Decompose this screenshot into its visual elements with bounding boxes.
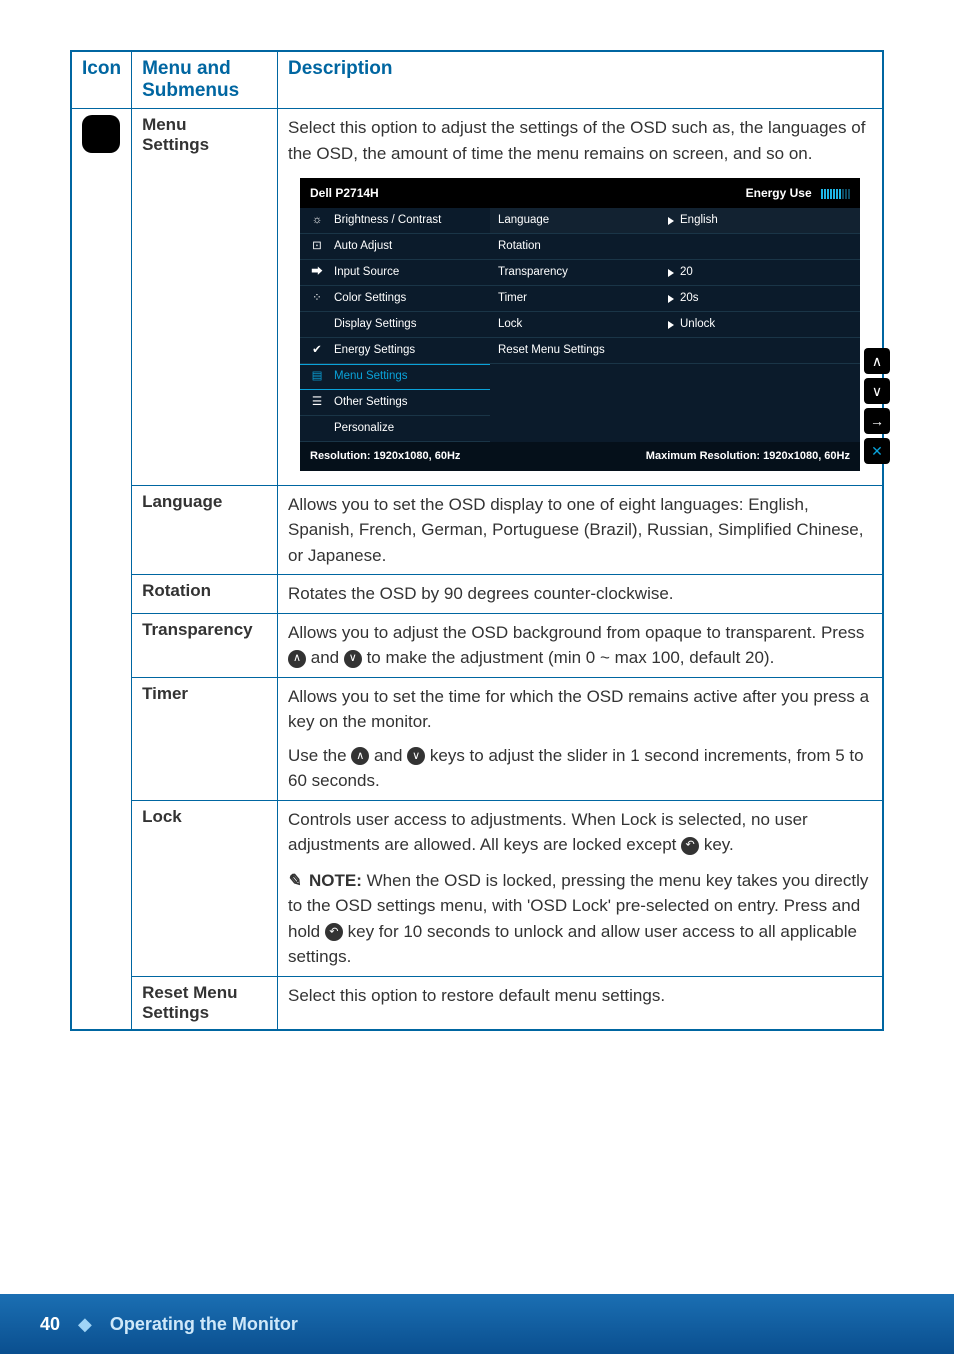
transparency-title: Transparency: [132, 613, 278, 677]
osd-model: Dell P2714H: [310, 184, 379, 202]
down-chevron-icon: ∨: [864, 378, 890, 404]
table-row: Transparency Allows you to adjust the OS…: [71, 613, 883, 677]
rotation-desc: Rotates the OSD by 90 degrees counter-cl…: [278, 575, 884, 614]
reset-title: Reset Menu Settings: [132, 976, 278, 1030]
osd-side-buttons: ∧ ∨ → ✕: [864, 348, 890, 464]
footer-diamond-icon: ◆: [78, 1314, 92, 1335]
menu-settings-desc: Select this option to adjust the setting…: [278, 109, 884, 486]
triangle-right-icon: [668, 295, 674, 303]
rotation-title: Rotation: [132, 575, 278, 614]
menu-icon-cell: [71, 109, 132, 1030]
header-menu: Menu and Submenus: [132, 51, 278, 109]
osd-left-menu: ☼Brightness / Contrast ⊡Auto Adjust ⮕Inp…: [300, 208, 490, 442]
color-settings-icon: ⁘: [308, 290, 326, 307]
transparency-desc: Allows you to adjust the OSD background …: [278, 613, 884, 677]
osd-energy: Energy Use: [746, 184, 850, 202]
energy-settings-icon: ✔: [308, 342, 326, 359]
reset-desc: Select this option to restore default me…: [278, 976, 884, 1030]
right-arrow-icon: →: [864, 408, 890, 434]
up-button-icon: ∧: [288, 650, 306, 668]
table-row: Menu Settings Select this option to adju…: [71, 109, 883, 486]
language-title: Language: [132, 485, 278, 575]
up-button-icon: ∧: [351, 747, 369, 765]
timer-desc: Allows you to set the time for which the…: [278, 677, 884, 800]
menu-settings-menu-icon: ▤: [308, 368, 326, 385]
osd-mid-menu: Language Rotation Transparency Timer Loc…: [490, 208, 660, 442]
section-title: Operating the Monitor: [110, 1314, 298, 1335]
input-source-icon: ⮕: [308, 264, 326, 281]
table-row: Language Allows you to set the OSD displ…: [71, 485, 883, 575]
back-button-icon: ↶: [325, 923, 343, 941]
auto-adjust-icon: ⊡: [308, 238, 326, 255]
close-x-icon: ✕: [864, 438, 890, 464]
down-button-icon: ∨: [344, 650, 362, 668]
energy-bars-icon: [821, 189, 850, 199]
header-icon: Icon: [71, 51, 132, 109]
page-footer: 40 ◆ Operating the Monitor: [0, 1294, 954, 1354]
osd-max-resolution: Maximum Resolution: 1920x1080, 60Hz: [646, 448, 850, 465]
osd-right-values: English 20 20s Unlock: [660, 208, 860, 442]
down-button-icon: ∨: [407, 747, 425, 765]
menu-settings-title: Menu Settings: [132, 109, 278, 486]
osd-screenshot: Dell P2714H Energy Use ☼Brightness / Con…: [300, 178, 860, 471]
other-settings-icon: ☰: [308, 394, 326, 411]
osd-resolution: Resolution: 1920x1080, 60Hz: [310, 448, 460, 465]
menu-settings-icon: [82, 115, 120, 153]
table-row: Timer Allows you to set the time for whi…: [71, 677, 883, 800]
language-desc: Allows you to set the OSD display to one…: [278, 485, 884, 575]
table-row: Rotation Rotates the OSD by 90 degrees c…: [71, 575, 883, 614]
triangle-right-icon: [668, 217, 674, 225]
back-button-icon: ↶: [681, 837, 699, 855]
triangle-right-icon: [668, 269, 674, 277]
table-row: Lock Controls user access to adjustments…: [71, 800, 883, 976]
up-chevron-icon: ∧: [864, 348, 890, 374]
page-number: 40: [40, 1314, 60, 1335]
header-description: Description: [278, 51, 884, 109]
lock-title: Lock: [132, 800, 278, 976]
brightness-icon: ☼: [308, 212, 326, 229]
triangle-right-icon: [668, 321, 674, 329]
lock-desc: Controls user access to adjustments. Whe…: [278, 800, 884, 976]
table-header-row: Icon Menu and Submenus Description: [71, 51, 883, 109]
note-icon: ✎: [286, 868, 305, 894]
timer-title: Timer: [132, 677, 278, 800]
table-row: Reset Menu Settings Select this option t…: [71, 976, 883, 1030]
settings-table: Icon Menu and Submenus Description Menu …: [70, 50, 884, 1031]
